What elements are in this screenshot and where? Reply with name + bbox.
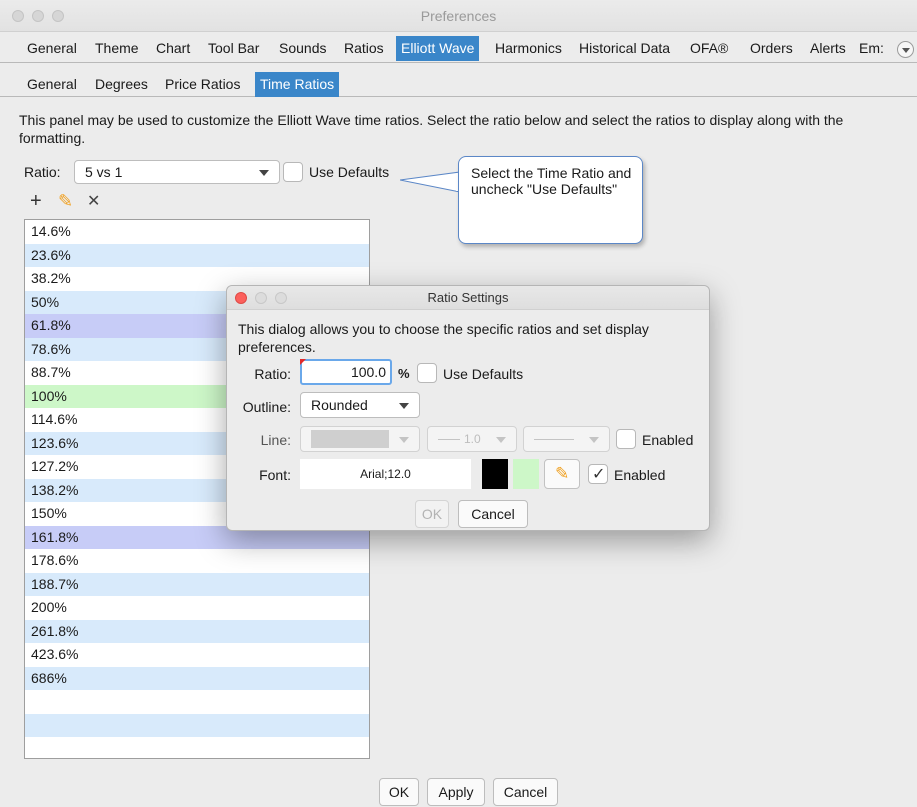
subtab-time-ratios[interactable]: Time Ratios: [255, 72, 340, 97]
callout-text: Select the Time Ratio and uncheck "Use D…: [471, 165, 632, 197]
ratio-value-text: 100.0: [350, 364, 386, 380]
line-color-select[interactable]: [300, 426, 420, 452]
dialog-use-defaults-checkbox[interactable]: [417, 363, 437, 383]
add-icon[interactable]: +: [30, 191, 42, 211]
tab-historical-data[interactable]: Historical Data: [574, 36, 675, 61]
dialog-ratio-label: Ratio:: [254, 366, 291, 382]
tab-ofa[interactable]: OFA®: [685, 36, 733, 61]
line-width-sample: [438, 439, 460, 440]
ratio-select-value: 5 vs 1: [85, 164, 123, 180]
main-tab-bar: General Theme Chart Tool Bar Sounds Rati…: [0, 33, 917, 63]
outline-label: Outline:: [242, 399, 291, 415]
ratio-list-item[interactable]: 188.7%: [25, 572, 369, 596]
percent-label: %: [398, 366, 410, 381]
dialog-titlebar: Ratio Settings: [227, 286, 709, 310]
tab-ratios[interactable]: Ratios: [339, 36, 389, 61]
dialog-description: This dialog allows you to choose the spe…: [238, 321, 649, 355]
ratio-list-item[interactable]: 14.6%: [25, 220, 369, 244]
edit-pencil-icon: ✎: [555, 464, 570, 483]
line-width-select[interactable]: 1.0: [427, 426, 517, 452]
dialog-minimize-button[interactable]: [255, 292, 267, 304]
ratio-select[interactable]: 5 vs 1: [74, 160, 280, 184]
font-field[interactable]: Arial;12.0: [300, 459, 471, 489]
ratio-value-input[interactable]: 100.0: [300, 359, 392, 385]
font-color-swatch[interactable]: [482, 459, 508, 489]
ratio-list-item[interactable]: [25, 737, 369, 758]
apply-button[interactable]: Apply: [427, 778, 485, 806]
line-color-swatch: [311, 430, 389, 448]
tab-email-truncated[interactable]: Em:: [854, 36, 889, 61]
line-label: Line:: [260, 432, 291, 448]
chevron-down-icon: [589, 437, 599, 443]
callout-pointer: [400, 171, 461, 193]
tab-chart[interactable]: Chart: [151, 36, 195, 61]
edit-font-button[interactable]: ✎: [544, 459, 580, 489]
sub-tab-bar: General Degrees Price Ratios Time Ratios: [0, 69, 917, 97]
dialog-ok-button[interactable]: OK: [415, 500, 449, 528]
line-enabled-label: Enabled: [642, 432, 694, 448]
cancel-button[interactable]: Cancel: [493, 778, 558, 806]
chevron-down-icon: [399, 403, 409, 409]
tab-alerts[interactable]: Alerts: [805, 36, 851, 61]
chevron-down-icon: [496, 437, 506, 443]
window-title: Preferences: [420, 8, 497, 24]
tab-theme[interactable]: Theme: [90, 36, 144, 61]
invalid-marker-icon: [300, 359, 306, 365]
chevron-down-icon: [399, 437, 409, 443]
subtab-price-ratios[interactable]: Price Ratios: [160, 72, 245, 97]
font-background-swatch[interactable]: [513, 459, 539, 489]
ratio-list-item[interactable]: 23.6%: [25, 243, 369, 267]
ratio-settings-dialog: Ratio Settings This dialog allows you to…: [226, 285, 710, 531]
subtab-general[interactable]: General: [22, 72, 82, 97]
ratio-list-item[interactable]: 686%: [25, 666, 369, 690]
subtab-degrees[interactable]: Degrees: [90, 72, 153, 97]
ratio-list-item[interactable]: 200%: [25, 596, 369, 620]
tab-tool-bar[interactable]: Tool Bar: [203, 36, 264, 61]
more-tabs-chevron-icon[interactable]: [897, 41, 914, 58]
tab-elliott-wave[interactable]: Elliott Wave: [396, 36, 480, 61]
tab-general[interactable]: General: [22, 36, 82, 61]
dialog-use-defaults-label: Use Defaults: [443, 366, 524, 382]
delete-icon[interactable]: ✕: [87, 192, 100, 212]
font-label: Font:: [259, 467, 291, 483]
font-enabled-label: Enabled: [614, 467, 666, 483]
tab-harmonics[interactable]: Harmonics: [490, 36, 567, 61]
checkmark-icon: ✓: [592, 466, 606, 483]
ratio-label: Ratio:: [24, 164, 61, 180]
outline-select-value: Rounded: [311, 397, 368, 413]
ratio-list-item[interactable]: 178.6%: [25, 549, 369, 573]
dialog-close-button[interactable]: [235, 292, 247, 304]
edit-pencil-icon[interactable]: ✎: [58, 191, 73, 211]
instruction-callout: Select the Time Ratio and uncheck "Use D…: [458, 156, 643, 244]
line-width-value: 1.0: [464, 432, 481, 446]
tab-sounds[interactable]: Sounds: [274, 36, 331, 61]
outline-select[interactable]: Rounded: [300, 392, 420, 418]
dialog-cancel-button[interactable]: Cancel: [458, 500, 528, 528]
line-style-select[interactable]: [523, 426, 610, 452]
line-enabled-checkbox[interactable]: [616, 429, 636, 449]
chevron-down-icon: [259, 170, 269, 176]
ratio-list-item[interactable]: [25, 690, 369, 714]
line-style-sample: [534, 439, 574, 440]
use-defaults-checkbox[interactable]: [283, 162, 303, 182]
font-enabled-checkbox[interactable]: ✓: [588, 464, 608, 484]
dialog-zoom-button[interactable]: [275, 292, 287, 304]
ok-button[interactable]: OK: [379, 778, 419, 806]
use-defaults-label: Use Defaults: [309, 164, 390, 180]
ratio-list-item[interactable]: 261.8%: [25, 619, 369, 643]
window-titlebar: Preferences: [0, 0, 917, 32]
dialog-title: Ratio Settings: [427, 290, 509, 305]
panel-description: This panel may be used to customize the …: [19, 112, 844, 146]
tab-orders[interactable]: Orders: [745, 36, 798, 61]
ratio-list-item[interactable]: 423.6%: [25, 643, 369, 667]
ratio-list-item[interactable]: [25, 713, 369, 737]
